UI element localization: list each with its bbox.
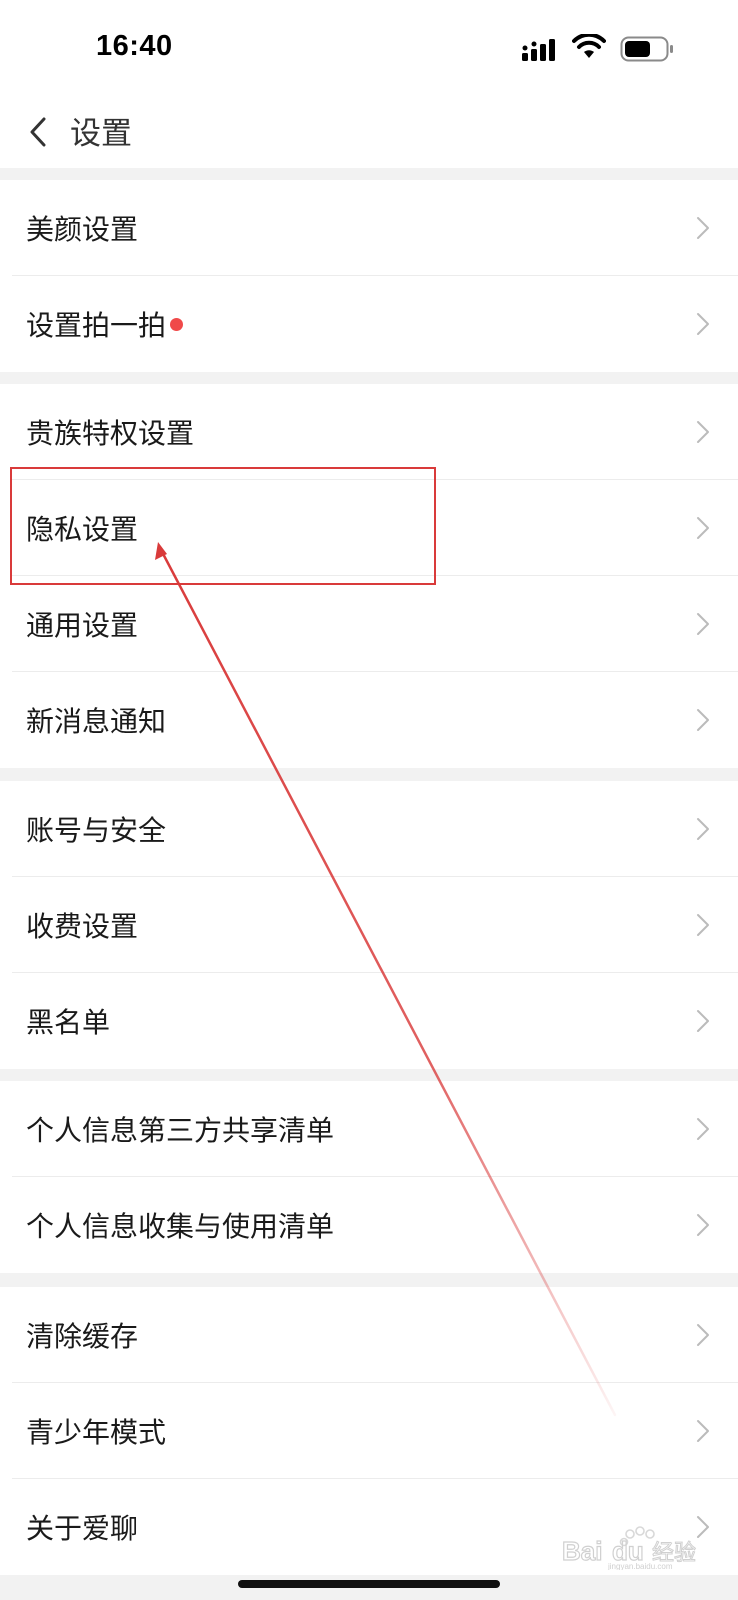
chevron-right-icon: [697, 1420, 709, 1442]
settings-item-pat[interactable]: 设置拍一拍: [0, 276, 738, 372]
settings-item-label: 新消息通知: [26, 705, 167, 738]
status-bar: 16:40: [0, 0, 738, 96]
settings-item-label: 黑名单: [26, 1006, 111, 1039]
annotation-highlight-box: [10, 467, 436, 585]
settings-item-beauty[interactable]: 美颜设置: [0, 180, 738, 276]
page-title: 设置: [70, 116, 132, 152]
settings-item-account-security[interactable]: 账号与安全: [0, 781, 738, 877]
red-dot-badge: [170, 317, 184, 331]
settings-item-fee[interactable]: 收费设置: [0, 877, 738, 973]
settings-group-4: 个人信息第三方共享清单 个人信息收集与使用清单: [0, 1081, 738, 1273]
settings-item-label: 个人信息第三方共享清单: [26, 1114, 335, 1147]
settings-item-label: 美颜设置: [26, 213, 139, 246]
chevron-right-icon: [697, 1214, 709, 1236]
settings-item-label: 清除缓存: [26, 1320, 139, 1353]
chevron-right-icon: [697, 1118, 709, 1140]
chevron-right-icon: [697, 1324, 709, 1346]
baidu-watermark: Bai du 经验 jingyan.baidu.com: [560, 1526, 730, 1571]
svg-text:Bai: Bai: [562, 1536, 602, 1566]
chevron-right-icon: [697, 217, 709, 239]
svg-text:jingyan.baidu.com: jingyan.baidu.com: [607, 1562, 673, 1570]
settings-item-noble-privileges[interactable]: 贵族特权设置: [0, 384, 738, 480]
settings-group-1: 美颜设置 设置拍一拍: [0, 180, 738, 372]
settings-item-blacklist[interactable]: 黑名单: [0, 973, 738, 1069]
settings-item-teen-mode[interactable]: 青少年模式: [0, 1383, 738, 1479]
chevron-right-icon: [697, 313, 709, 335]
settings-item-label: 收费设置: [26, 910, 139, 943]
settings-group-3: 账号与安全 收费设置 黑名单: [0, 781, 738, 1069]
signal-icon: [522, 39, 555, 61]
settings-screen: 16:40 设置 美颜设置 设置拍一拍 贵族特权设置 隐私设置 通用设置 新消息…: [0, 0, 738, 1600]
chevron-left-icon[interactable]: [18, 110, 62, 154]
chevron-right-icon: [697, 709, 709, 731]
home-indicator: [238, 1580, 500, 1588]
chevron-right-icon: [697, 914, 709, 936]
settings-item-notifications[interactable]: 新消息通知: [0, 672, 738, 768]
nav-header: 设置: [0, 96, 738, 168]
settings-item-general[interactable]: 通用设置: [0, 576, 738, 672]
settings-item-label: 青少年模式: [26, 1416, 167, 1449]
chevron-right-icon: [697, 517, 709, 539]
chevron-right-icon: [697, 1010, 709, 1032]
wifi-icon: [572, 34, 606, 58]
chevron-right-icon: [697, 421, 709, 443]
settings-item-label: 设置拍一拍: [26, 304, 184, 344]
settings-item-label: 贵族特权设置: [26, 417, 195, 450]
settings-item-third-party-list[interactable]: 个人信息第三方共享清单: [0, 1081, 738, 1177]
settings-item-label: 通用设置: [26, 609, 139, 642]
settings-item-label: 关于爱聊: [26, 1512, 139, 1545]
chevron-right-icon: [697, 613, 709, 635]
battery-icon: [620, 36, 673, 62]
chevron-right-icon: [697, 818, 709, 840]
settings-item-clear-cache[interactable]: 清除缓存: [0, 1287, 738, 1383]
settings-item-collection-list[interactable]: 个人信息收集与使用清单: [0, 1177, 738, 1273]
settings-item-label: 账号与安全: [26, 814, 167, 847]
settings-item-label: 个人信息收集与使用清单: [26, 1210, 335, 1243]
status-time: 16:40: [96, 30, 173, 62]
